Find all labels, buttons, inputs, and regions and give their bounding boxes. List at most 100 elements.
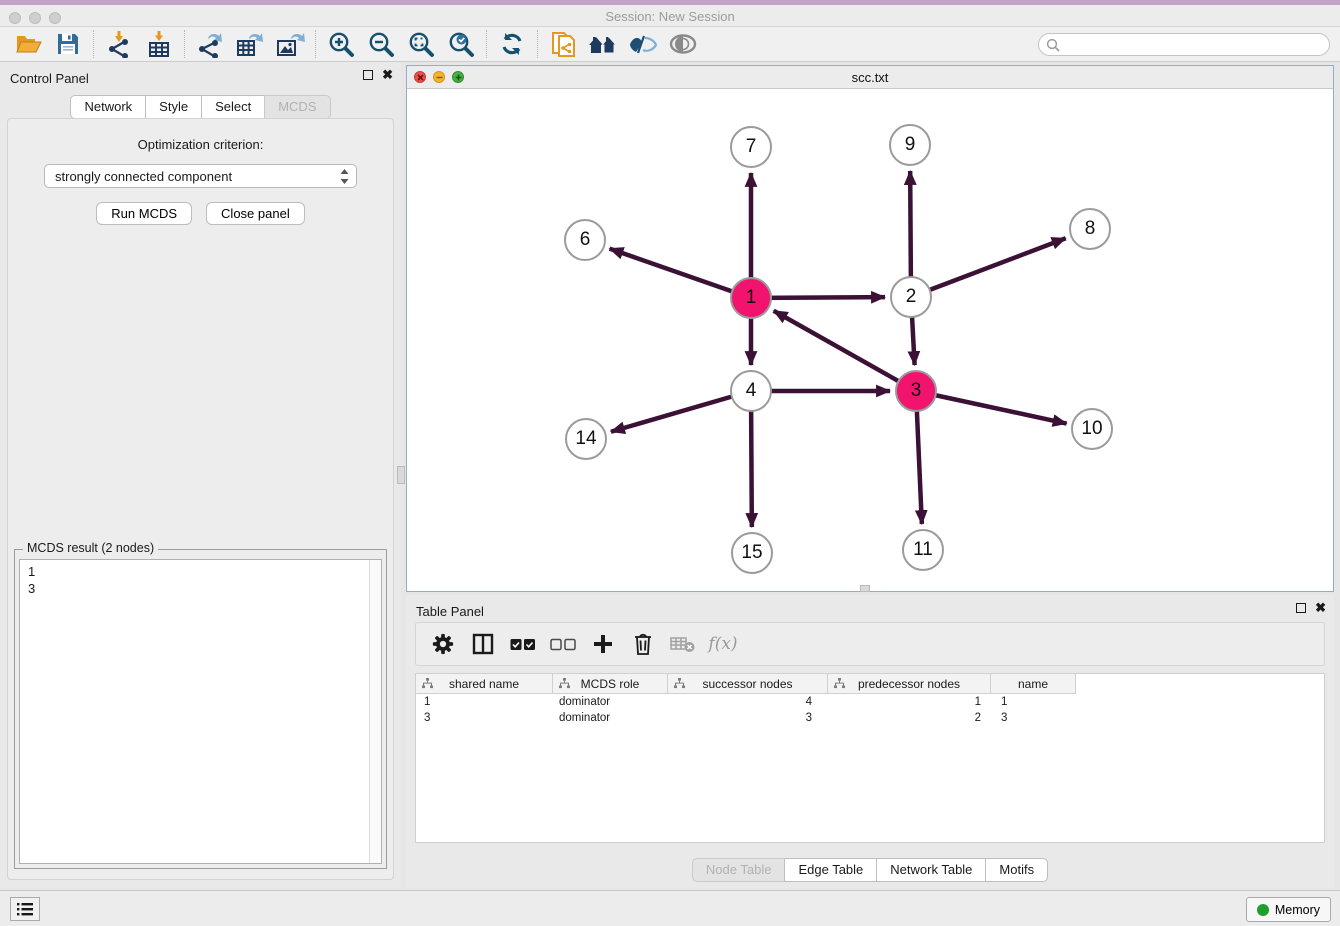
graph-edge-2-8[interactable] <box>911 238 1066 297</box>
tab-network[interactable]: Network <box>70 95 146 119</box>
table-tabs: Node Table Edge Table Network Table Moti… <box>406 858 1334 882</box>
select-all-button[interactable] <box>506 627 540 661</box>
export-image-button[interactable] <box>270 28 310 60</box>
graph-node-9[interactable]: 9 <box>889 124 931 166</box>
graph-node-4[interactable]: 4 <box>730 370 772 412</box>
toggle-styles-view-button[interactable] <box>623 28 663 60</box>
control-panel-tabs: Network Style Select MCDS <box>0 95 401 119</box>
criterion-dropdown[interactable]: strongly connected component <box>44 164 357 188</box>
control-panel-header: Control Panel ✖ <box>0 62 401 92</box>
table-row[interactable]: 3 dominator 3 2 3 <box>416 710 1324 726</box>
splitter-grip[interactable] <box>860 585 870 592</box>
cell-successor-nodes: 3 <box>668 712 828 724</box>
column-header-name[interactable]: name <box>991 674 1076 694</box>
graph-edge-1-6[interactable] <box>610 249 751 298</box>
tab-motifs[interactable]: Motifs <box>985 858 1048 882</box>
tab-select[interactable]: Select <box>201 95 265 119</box>
import-table-icon <box>145 30 173 58</box>
mcds-result-group: MCDS result (2 nodes) 1 3 <box>14 549 387 869</box>
export-network-button[interactable] <box>190 28 230 60</box>
column-header-successor-nodes[interactable]: successor nodes <box>668 674 828 694</box>
table-settings-button[interactable] <box>426 627 460 661</box>
cell-predecessor-nodes: 2 <box>828 712 991 724</box>
function-icon: f(x) <box>708 634 737 654</box>
export-table-button[interactable] <box>230 28 270 60</box>
graph-node-8[interactable]: 8 <box>1069 208 1111 250</box>
graph-node-10[interactable]: 10 <box>1071 408 1113 450</box>
window-title: Session: New Session <box>0 9 1340 24</box>
table-row[interactable]: 1 dominator 4 1 1 <box>416 694 1324 710</box>
close-panel-icon[interactable]: ✖ <box>382 70 393 80</box>
refresh-icon <box>499 31 525 57</box>
open-in-cytoscape-web-button[interactable] <box>543 28 583 60</box>
tab-style[interactable]: Style <box>145 95 202 119</box>
graph-node-1[interactable]: 1 <box>730 277 772 319</box>
column-header-mcds-role[interactable]: MCDS role <box>553 674 668 694</box>
column-header-shared-name[interactable]: shared name <box>416 674 553 694</box>
zoom-selected-button[interactable] <box>441 28 481 60</box>
tab-edge-table[interactable]: Edge Table <box>784 858 877 882</box>
graph-node-7[interactable]: 7 <box>730 126 772 168</box>
home-button[interactable] <box>583 28 623 60</box>
node-table[interactable]: shared name MCDS role successor nodes <box>415 673 1325 843</box>
export-image-icon <box>275 30 305 58</box>
tab-node-table[interactable]: Node Table <box>692 858 786 882</box>
close-panel-button[interactable]: Close panel <box>206 202 305 225</box>
zoom-fit-button[interactable] <box>401 28 441 60</box>
close-panel-icon[interactable]: ✖ <box>1315 603 1326 613</box>
cell-mcds-role: dominator <box>553 696 668 708</box>
import-network-button[interactable] <box>99 28 139 60</box>
network-window-titlebar[interactable]: scc.txt <box>407 66 1333 89</box>
open-folder-icon <box>15 32 42 56</box>
search-input[interactable] <box>1064 36 1329 54</box>
cell-shared-name: 3 <box>416 712 553 724</box>
export-table-icon <box>235 30 265 58</box>
column-header-predecessor-nodes[interactable]: predecessor nodes <box>828 674 991 694</box>
float-panel-icon[interactable] <box>1296 603 1306 613</box>
graph-node-11[interactable]: 11 <box>902 529 944 571</box>
zoom-out-button[interactable] <box>361 28 401 60</box>
toolbar-separator <box>537 30 538 58</box>
graph-edge-3-10[interactable] <box>916 391 1067 424</box>
cell-name: 3 <box>991 712 1076 724</box>
deselect-all-button[interactable] <box>546 627 580 661</box>
network-view-window: scc.txt 7 9 6 8 1 2 4 3 14 10 15 11 <box>406 65 1334 592</box>
graph-node-6[interactable]: 6 <box>564 219 606 261</box>
network-canvas[interactable]: 7 9 6 8 1 2 4 3 14 10 15 11 <box>407 89 1333 591</box>
table-panel: Table Panel ✖ <box>406 595 1334 888</box>
window-titlebar: Session: New Session <box>0 0 1340 27</box>
cell-shared-name: 1 <box>416 696 553 708</box>
refresh-view-button[interactable] <box>492 28 532 60</box>
plus-icon <box>592 633 614 655</box>
columns-button[interactable] <box>466 627 500 661</box>
import-table-button[interactable] <box>139 28 179 60</box>
tab-network-table[interactable]: Network Table <box>876 858 986 882</box>
table-header-row: shared name MCDS role successor nodes <box>416 674 1324 694</box>
save-icon <box>56 32 80 56</box>
delete-row-button[interactable] <box>626 627 660 661</box>
show-task-history-button[interactable] <box>10 897 40 921</box>
graph-node-3[interactable]: 3 <box>895 370 937 412</box>
graph-node-14[interactable]: 14 <box>565 418 607 460</box>
graph-edge-3-1[interactable] <box>774 311 916 391</box>
float-panel-icon[interactable] <box>363 70 373 80</box>
tab-mcds[interactable]: MCDS <box>264 95 330 119</box>
gear-icon <box>431 632 455 656</box>
graph-node-15[interactable]: 15 <box>731 532 773 574</box>
columns-icon <box>472 633 494 655</box>
graph-node-2[interactable]: 2 <box>890 276 932 318</box>
mcds-result-title: MCDS result (2 nodes) <box>23 541 158 555</box>
mcds-result-area[interactable]: 1 3 <box>19 559 382 864</box>
memory-button[interactable]: Memory <box>1246 897 1331 922</box>
cell-name: 1 <box>991 696 1076 708</box>
run-mcds-button[interactable]: Run MCDS <box>96 202 192 225</box>
open-session-button[interactable] <box>8 28 48 60</box>
result-scrollbar[interactable] <box>369 560 381 863</box>
save-session-button[interactable] <box>48 28 88 60</box>
splitter-grip[interactable] <box>397 466 405 484</box>
criterion-value: strongly connected component <box>55 169 232 184</box>
add-row-button[interactable] <box>586 627 620 661</box>
show-graphics-details-button[interactable] <box>663 28 703 60</box>
zoom-in-button[interactable] <box>321 28 361 60</box>
memory-status-icon <box>1257 904 1269 916</box>
